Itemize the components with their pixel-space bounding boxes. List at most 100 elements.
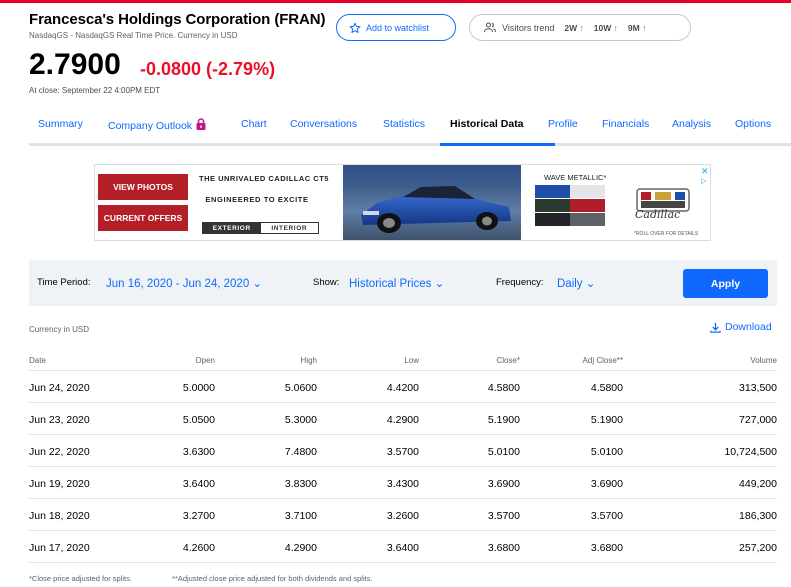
cell-adj-close: 3.6900 bbox=[590, 478, 623, 490]
tab-company-outlook[interactable]: Company Outlook bbox=[108, 118, 206, 132]
color-swatch[interactable] bbox=[535, 199, 570, 212]
time-period-selector[interactable]: Jun 16, 2020 - Jun 24, 2020 ⌄ bbox=[106, 276, 262, 290]
ad-view-photos-button[interactable]: VIEW PHOTOS bbox=[98, 174, 188, 200]
tab-statistics[interactable]: Statistics bbox=[383, 118, 425, 130]
ad-brand-logo: Cadillac bbox=[635, 208, 681, 221]
ad-exterior-interior-toggle[interactable]: EXTERIOR INTERIOR bbox=[202, 222, 319, 234]
cell-date: Jun 22, 2020 bbox=[29, 446, 90, 458]
cadillac-ad-banner[interactable]: VIEW PHOTOS CURRENT OFFERS THE UNRIVALED… bbox=[94, 164, 711, 241]
cell-volume: 449,200 bbox=[739, 478, 777, 490]
cell-low: 3.6400 bbox=[386, 542, 419, 554]
trend-10w: 10W ↑ bbox=[593, 22, 618, 33]
color-swatch[interactable] bbox=[570, 213, 605, 226]
ad-swatch-title: WAVE METALLIC* bbox=[544, 173, 607, 182]
tab-summary[interactable]: Summary bbox=[38, 118, 83, 130]
tab-conversations[interactable]: Conversations bbox=[290, 118, 357, 130]
cell-high: 3.8300 bbox=[284, 478, 317, 490]
time-period-label: Time Period: bbox=[37, 277, 91, 288]
watchlist-label: Add to watchlist bbox=[366, 22, 430, 33]
cell-date: Jun 23, 2020 bbox=[29, 414, 90, 426]
active-tab-indicator bbox=[440, 143, 555, 146]
ad-close-icon[interactable]: ✕ bbox=[701, 166, 709, 177]
tab-analysis[interactable]: Analysis bbox=[672, 118, 711, 130]
table-row: Jun 23, 2020 5.0500 5.3000 4.2900 5.1900 5.19… bbox=[29, 403, 777, 435]
price-change: -0.0800 (-2.79%) bbox=[140, 59, 276, 79]
ad-interior-option[interactable]: INTERIOR bbox=[260, 223, 318, 233]
tab-company-outlook-label: Company Outlook bbox=[108, 120, 193, 132]
column-header-high: High bbox=[300, 356, 317, 365]
column-header-low: Low bbox=[404, 356, 419, 365]
ad-exterior-option[interactable]: EXTERIOR bbox=[203, 223, 261, 233]
ad-current-offers-button[interactable]: CURRENT OFFERS bbox=[98, 205, 188, 231]
cell-high: 7.4800 bbox=[284, 446, 317, 458]
historical-prices-table: Date Open High Low Close* Adj Close** Vo… bbox=[29, 351, 777, 563]
tab-historical-data[interactable]: Historical Data bbox=[450, 118, 524, 130]
show-value: Historical Prices bbox=[349, 278, 432, 290]
cell-adj-close: 5.1900 bbox=[590, 414, 623, 426]
frequency-label: Frequency: bbox=[496, 277, 544, 288]
download-link[interactable]: Download bbox=[710, 321, 772, 333]
cell-close: 4.5800 bbox=[487, 382, 520, 394]
chevron-down-icon: ⌄ bbox=[585, 278, 596, 290]
cell-adj-close: 4.5800 bbox=[590, 382, 623, 394]
cell-volume: 257,200 bbox=[739, 542, 777, 554]
table-row: Jun 18, 2020 3.2700 3.7100 3.2600 3.5700 3.57… bbox=[29, 499, 777, 531]
cell-low: 3.4300 bbox=[386, 478, 419, 490]
frequency-value: Daily bbox=[557, 278, 583, 290]
cell-close: 3.5700 bbox=[487, 510, 520, 522]
apply-button[interactable]: Apply bbox=[683, 269, 768, 298]
currency-note: Currency in USD bbox=[29, 325, 90, 334]
cell-volume: 10,724,500 bbox=[724, 446, 777, 458]
table-header-row: Date Open High Low Close* Adj Close** Vo… bbox=[29, 351, 777, 371]
ad-car-image bbox=[343, 165, 521, 240]
show-label: Show: bbox=[313, 277, 340, 288]
color-swatch[interactable] bbox=[570, 199, 605, 212]
tab-options[interactable]: Options bbox=[735, 118, 771, 130]
cell-high: 5.3000 bbox=[284, 414, 317, 426]
cell-low: 3.5700 bbox=[386, 446, 419, 458]
ad-tagline: ENGINEERED TO EXCITE bbox=[205, 195, 309, 204]
cell-date: Jun 19, 2020 bbox=[29, 478, 90, 490]
star-icon bbox=[349, 22, 361, 33]
cell-open: 3.6400 bbox=[182, 478, 215, 490]
table-row: Jun 17, 2020 4.2600 4.2900 3.6400 3.6800 3.68… bbox=[29, 531, 777, 563]
column-header-close: Close* bbox=[496, 356, 520, 365]
cell-low: 4.2900 bbox=[386, 414, 419, 426]
arrow-up-icon: ↑ bbox=[642, 22, 647, 33]
cell-low: 3.2600 bbox=[386, 510, 419, 522]
tab-profile[interactable]: Profile bbox=[548, 118, 578, 130]
page-title: Francesca's Holdings Corporation (FRAN) bbox=[29, 11, 326, 28]
cell-date: Jun 17, 2020 bbox=[29, 542, 90, 554]
cell-adj-close: 3.6800 bbox=[590, 542, 623, 554]
download-label: Download bbox=[725, 321, 772, 333]
cell-low: 4.4200 bbox=[386, 382, 419, 394]
quote-nav-tabs: Summary Company Outlook Chart Conversati… bbox=[29, 112, 791, 146]
footnote-adj-close: **Adjusted close price adjusted for both… bbox=[172, 574, 373, 583]
table-row: Jun 24, 2020 5.0000 5.0600 4.4200 4.5800 4.58… bbox=[29, 371, 777, 403]
tab-financials[interactable]: Financials bbox=[602, 118, 649, 130]
visitors-trend-button[interactable]: Visitors trend 2W ↑ 10W ↑ 9M ↑ bbox=[469, 14, 691, 41]
users-icon bbox=[484, 22, 496, 33]
cell-close: 3.6800 bbox=[487, 542, 520, 554]
top-accent-bar bbox=[0, 0, 791, 3]
close-time: At close: September 22 4:00PM EDT bbox=[29, 86, 161, 95]
frequency-selector[interactable]: Daily ⌄ bbox=[557, 276, 595, 290]
color-swatch[interactable] bbox=[570, 185, 605, 198]
color-swatch[interactable] bbox=[535, 213, 570, 226]
column-header-date: Date bbox=[29, 356, 46, 365]
time-period-value: Jun 16, 2020 - Jun 24, 2020 bbox=[106, 278, 250, 290]
table-row: Jun 22, 2020 3.6300 7.4800 3.5700 5.0100 5.01… bbox=[29, 435, 777, 467]
show-selector[interactable]: Historical Prices ⌄ bbox=[349, 276, 444, 290]
cell-open: 5.0500 bbox=[182, 414, 215, 426]
chevron-down-icon: ⌄ bbox=[252, 278, 263, 290]
add-to-watchlist-button[interactable]: Add to watchlist bbox=[336, 14, 456, 41]
cell-close: 5.1900 bbox=[487, 414, 520, 426]
ad-choices-icon[interactable]: ▷ bbox=[701, 177, 706, 185]
tab-chart[interactable]: Chart bbox=[241, 118, 267, 130]
color-swatch[interactable] bbox=[535, 185, 570, 198]
cell-high: 4.2900 bbox=[284, 542, 317, 554]
cell-open: 3.6300 bbox=[182, 446, 215, 458]
cell-close: 3.6900 bbox=[487, 478, 520, 490]
visitors-trend-label: Visitors trend bbox=[502, 22, 555, 33]
download-icon bbox=[710, 322, 721, 333]
